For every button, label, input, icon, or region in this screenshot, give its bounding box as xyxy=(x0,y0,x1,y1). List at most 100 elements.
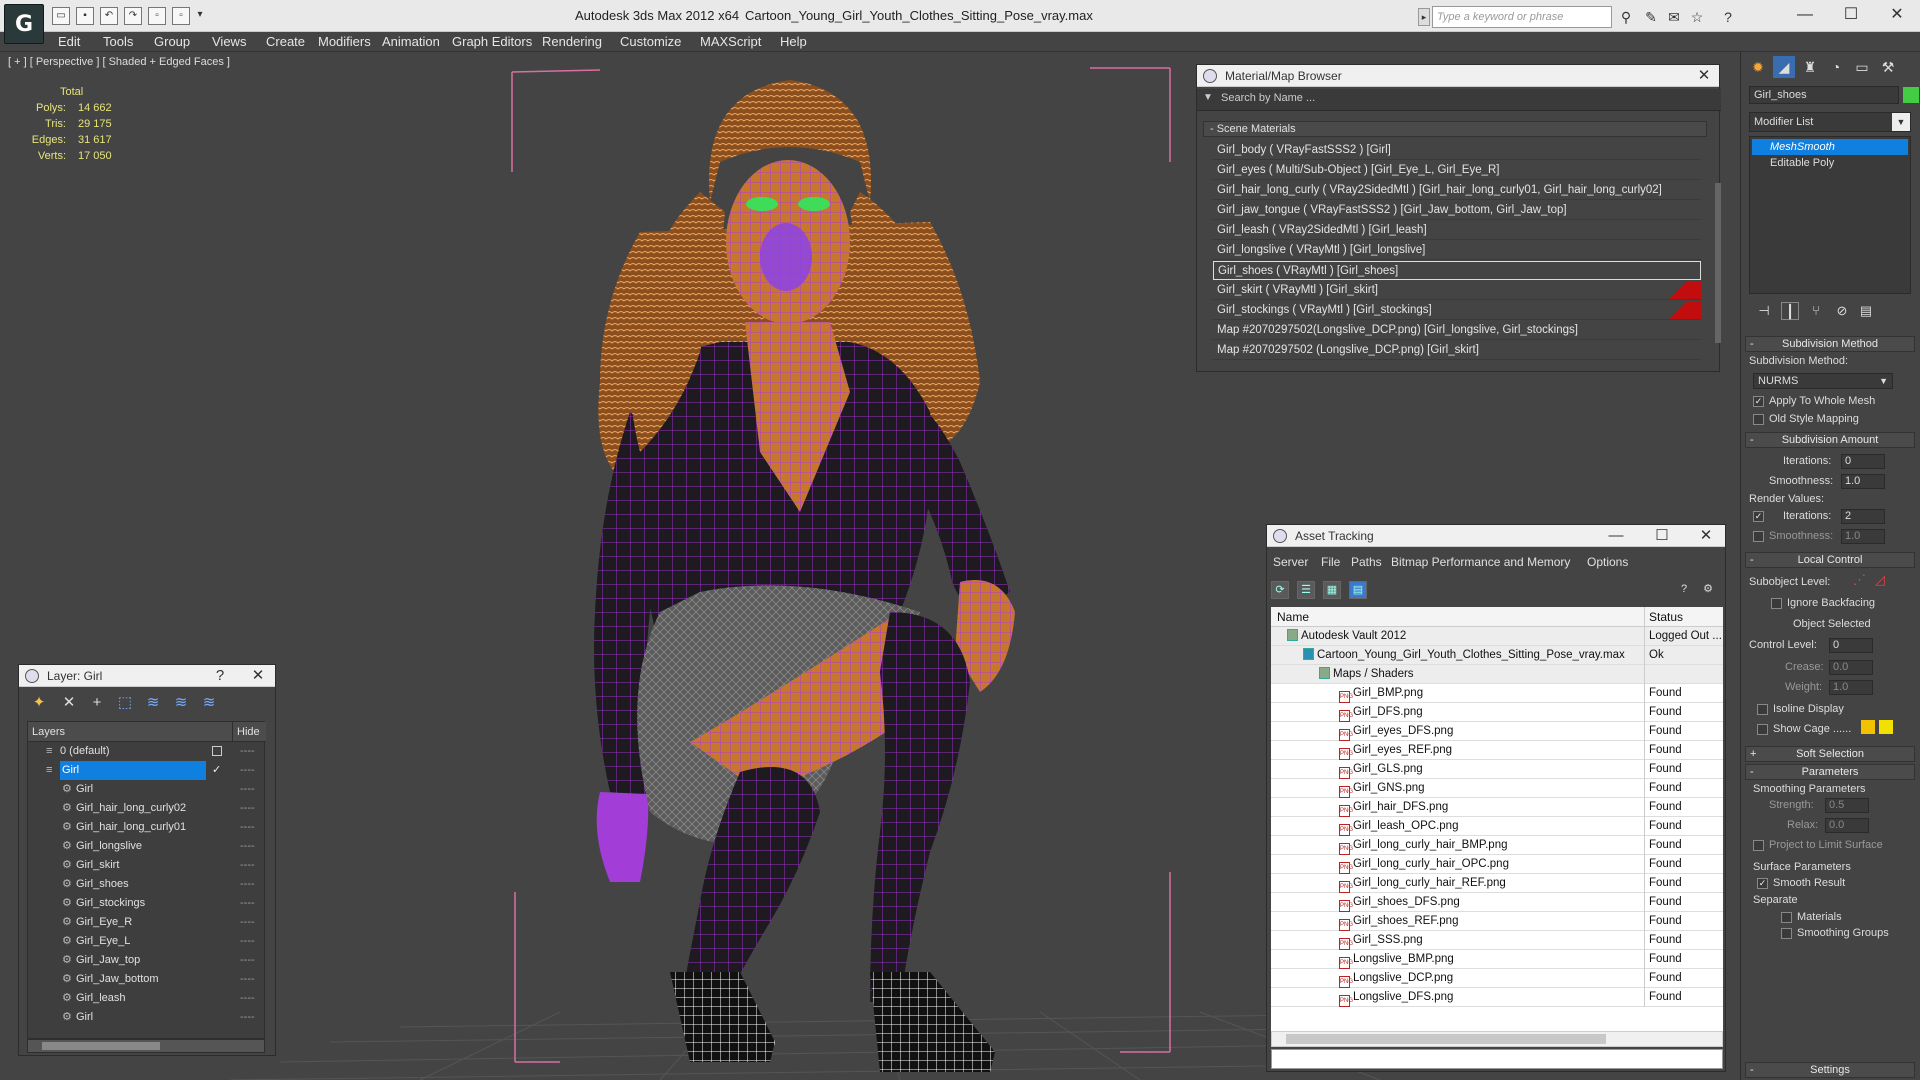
stack-item-editable-poly[interactable]: Editable Poly xyxy=(1752,155,1908,171)
col-name-header[interactable]: Name xyxy=(1277,607,1309,627)
menu-views[interactable]: Views xyxy=(212,34,246,49)
asset-row[interactable]: PNGGirl_SSS.png Found xyxy=(1271,931,1723,950)
menu-edit[interactable]: Edit xyxy=(58,34,80,49)
viewport-label[interactable]: [ + ] [ Perspective ] [ Shaded + Edged F… xyxy=(8,56,230,68)
vertex-subobject-icon[interactable]: ⋰ xyxy=(1853,572,1866,588)
quick-access-dropdown-icon[interactable]: ▾ xyxy=(194,7,206,25)
material-row[interactable]: Girl_skirt ( VRayMtl ) [Girl_skirt] xyxy=(1213,281,1701,300)
layer-object-row[interactable]: ⚙ Girl_Eye_R ---- xyxy=(28,913,266,932)
hide-toggle[interactable]: ---- xyxy=(240,913,255,932)
rollout-subdivision-method[interactable]: - Subdivision Method xyxy=(1745,336,1915,352)
asset-row[interactable]: PNGGirl_long_curly_hair_BMP.png Found xyxy=(1271,836,1723,855)
asset-menu-options[interactable]: Options xyxy=(1587,555,1628,569)
asset-row[interactable]: PNGLongslive_DFS.png Found xyxy=(1271,988,1723,1007)
vault-settings-icon[interactable]: ⚙ xyxy=(1699,581,1717,599)
communication-icon[interactable]: ✉ xyxy=(1666,9,1682,25)
subdivision-method-select[interactable]: NURMS ▼ xyxy=(1753,373,1893,389)
weight-spinner[interactable]: 1.0 xyxy=(1829,680,1873,695)
asset-row[interactable]: PNGGirl_hair_DFS.png Found xyxy=(1271,798,1723,817)
layer-object-row[interactable]: ⚙ Girl_shoes ---- xyxy=(28,875,266,894)
separate-smoothing-groups-checkbox[interactable] xyxy=(1781,928,1792,939)
material-search-bar[interactable]: ▼ Search by Name ... xyxy=(1197,89,1721,111)
hide-toggle[interactable]: ---- xyxy=(240,837,255,856)
pin-stack-icon[interactable]: ⊣ xyxy=(1755,302,1773,320)
asset-row[interactable]: PNGGirl_eyes_REF.png Found xyxy=(1271,741,1723,760)
save-icon[interactable]: ▪ xyxy=(76,7,94,25)
menu-tools[interactable]: Tools xyxy=(103,34,133,49)
highlight-layer-icon[interactable]: ≋ xyxy=(143,693,163,713)
menu-create[interactable]: Create xyxy=(266,34,305,49)
hide-toggle[interactable]: ---- xyxy=(240,742,255,761)
modify-tab-icon[interactable]: ◢ xyxy=(1773,56,1795,78)
asset-row[interactable]: Autodesk Vault 2012 Logged Out ... xyxy=(1271,627,1723,646)
make-unique-icon[interactable]: ⑂ xyxy=(1807,302,1825,320)
material-scrollbar[interactable] xyxy=(1715,183,1721,343)
utilities-tab-icon[interactable]: ⚒ xyxy=(1877,56,1899,78)
hide-toggle[interactable]: ---- xyxy=(240,970,255,989)
search-options-icon[interactable]: ▼ xyxy=(1203,92,1213,103)
hide-toggle[interactable]: ---- xyxy=(240,875,255,894)
help-icon[interactable]: ? xyxy=(1720,9,1736,25)
material-row[interactable]: Girl_hair_long_curly ( VRay2SidedMtl ) [… xyxy=(1213,181,1701,200)
render-smoothness-checkbox[interactable] xyxy=(1753,531,1764,542)
layer-object-row[interactable]: ⚙ Girl_Eye_L ---- xyxy=(28,932,266,951)
asset-row[interactable]: PNGGirl_GLS.png Found xyxy=(1271,760,1723,779)
layer-help-button[interactable]: ? xyxy=(209,665,231,687)
layer-object-row[interactable]: ⚙ Girl ---- xyxy=(28,1008,266,1027)
control-level-spinner[interactable]: 0 xyxy=(1829,638,1873,653)
binoculars-icon[interactable]: ⚲ xyxy=(1618,9,1634,25)
col-status-header[interactable]: Status xyxy=(1644,607,1683,627)
hide-toggle[interactable]: ---- xyxy=(240,780,255,799)
motion-tab-icon[interactable]: ◔ xyxy=(1825,56,1847,78)
material-search-input[interactable]: Search by Name ... xyxy=(1221,92,1315,104)
asset-menu-server[interactable]: Server xyxy=(1273,555,1308,569)
menu-rendering[interactable]: Rendering xyxy=(542,34,602,49)
minimize-button[interactable]: — xyxy=(1790,4,1820,26)
layer-object-row[interactable]: ⚙ Girl_Jaw_bottom ---- xyxy=(28,970,266,989)
asset-row[interactable]: Cartoon_Young_Girl_Youth_Clothes_Sitting… xyxy=(1271,646,1723,665)
select-objects-icon[interactable]: ⬚ xyxy=(115,693,135,713)
show-cage-checkbox[interactable] xyxy=(1757,724,1768,735)
layer-object-row[interactable]: ⚙ Girl ---- xyxy=(28,780,266,799)
search-expand-icon[interactable]: ▸ xyxy=(1418,8,1430,26)
menu-help[interactable]: Help xyxy=(780,34,807,49)
edge-subobject-icon[interactable]: ◿ xyxy=(1875,572,1885,588)
material-row[interactable]: Girl_jaw_tongue ( VRayFastSSS2 ) [Girl_J… xyxy=(1213,201,1701,220)
rollout-parameters[interactable]: - Parameters xyxy=(1745,764,1915,780)
display-tab-icon[interactable]: ▭ xyxy=(1851,56,1873,78)
app-logo-icon[interactable]: G xyxy=(4,4,44,44)
refresh-icon[interactable]: ⟳ xyxy=(1271,581,1289,599)
hide-toggle[interactable]: ---- xyxy=(240,932,255,951)
asset-row[interactable]: PNGLongslive_BMP.png Found xyxy=(1271,950,1723,969)
smoothness-spinner[interactable]: 1.0 xyxy=(1841,474,1885,489)
current-layer-checkbox[interactable] xyxy=(212,746,222,756)
add-to-layer-icon[interactable]: + xyxy=(87,693,107,713)
hide-toggle[interactable]: ---- xyxy=(240,1008,255,1027)
maximize-button[interactable]: ☐ xyxy=(1836,4,1866,26)
material-browser-close-button[interactable]: ✕ xyxy=(1693,65,1715,87)
hide-toggle[interactable]: ---- xyxy=(240,989,255,1008)
layer-object-row[interactable]: ⚙ Girl_stockings ---- xyxy=(28,894,266,913)
hide-col-header[interactable]: Hide xyxy=(232,722,260,742)
asset-maximize-button[interactable]: ☐ xyxy=(1651,525,1673,547)
rollout-subdivision-amount[interactable]: - Subdivision Amount xyxy=(1745,432,1915,448)
isoline-display-checkbox[interactable] xyxy=(1757,704,1768,715)
asset-horizontal-scrollbar[interactable] xyxy=(1271,1031,1723,1047)
layer-object-row[interactable]: ⚙ Girl_leash ---- xyxy=(28,989,266,1008)
rollout-settings[interactable]: - Settings xyxy=(1745,1062,1915,1078)
infocenter-search-input[interactable]: Type a keyword or phrase xyxy=(1432,6,1612,28)
object-name-field[interactable]: Girl_shoes xyxy=(1749,86,1899,104)
smooth-result-checkbox[interactable]: ✓ xyxy=(1757,878,1768,889)
open-icon[interactable]: ▭ xyxy=(52,7,70,25)
material-row[interactable]: Girl_leash ( VRay2SidedMtl ) [Girl_leash… xyxy=(1213,221,1701,240)
material-row[interactable]: Map #2070297502(Longslive_DCP.png) [Girl… xyxy=(1213,321,1701,340)
asset-minimize-button[interactable]: — xyxy=(1605,525,1627,547)
layer-horizontal-scrollbar[interactable] xyxy=(27,1039,265,1053)
favorites-star-icon[interactable]: ☆ xyxy=(1689,9,1705,25)
asset-menu-bitmap[interactable]: Bitmap Performance and Memory xyxy=(1391,555,1570,569)
layers-col-header[interactable]: Layers xyxy=(32,722,65,742)
apply-whole-mesh-checkbox[interactable]: ✓ xyxy=(1753,396,1764,407)
layer-object-row[interactable]: ⚙ Girl_Jaw_top ---- xyxy=(28,951,266,970)
freeze-all-icon[interactable]: ≋ xyxy=(199,693,219,713)
separate-materials-checkbox[interactable] xyxy=(1781,912,1792,923)
